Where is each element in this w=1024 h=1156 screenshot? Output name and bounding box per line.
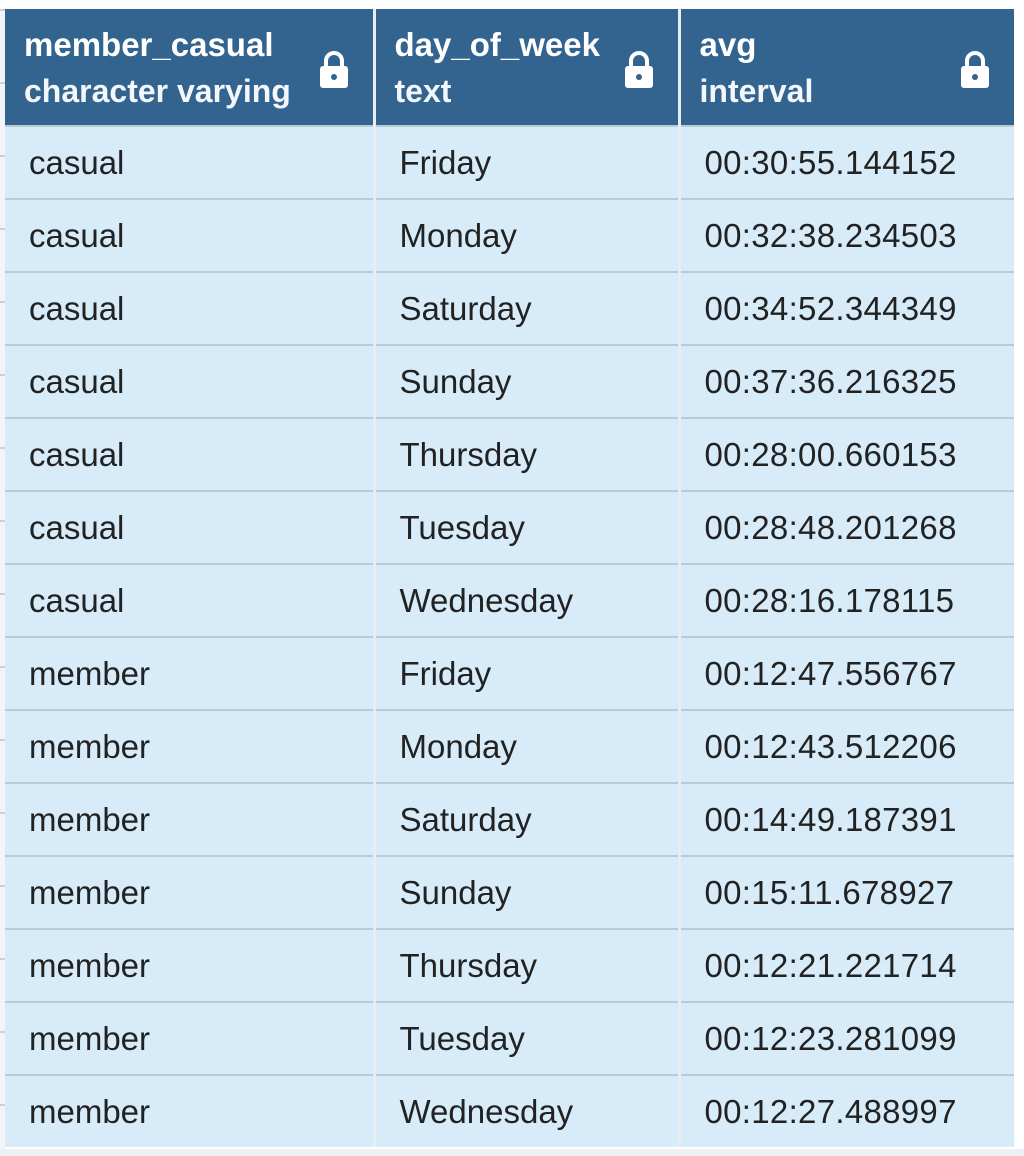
column-header-avg[interactable]: avg interval [679,9,1014,126]
table-row[interactable]: casual Wednesday 00:28:16.178115 [5,563,1014,637]
table-row[interactable]: casual Sunday 00:37:36.216325 [5,344,1014,418]
table-row[interactable]: member Tuesday 00:12:23.281099 [5,1001,1014,1075]
results-grid: member_casual character varying day_of_w… [5,9,1014,1147]
table-row[interactable]: casual Monday 00:32:38.234503 [5,198,1014,272]
cell-member-casual[interactable]: casual [5,417,376,491]
cell-avg[interactable]: 00:12:47.556767 [679,636,1014,710]
cell-member-casual[interactable]: casual [5,344,376,418]
lock-icon [319,51,348,88]
cell-day-of-week[interactable]: Wednesday [374,563,681,637]
cell-avg[interactable]: 00:28:00.660153 [679,417,1014,491]
table-row[interactable]: casual Tuesday 00:28:48.201268 [5,490,1014,564]
cell-member-casual[interactable]: member [5,855,376,929]
cell-day-of-week[interactable]: Tuesday [374,1001,681,1075]
column-type: interval [699,73,814,109]
cell-avg[interactable]: 00:37:36.216325 [679,344,1014,418]
cell-day-of-week[interactable]: Thursday [374,928,681,1002]
table-row[interactable]: member Thursday 00:12:21.221714 [5,928,1014,1002]
cell-member-casual[interactable]: member [5,1074,376,1147]
cell-day-of-week[interactable]: Sunday [374,855,681,929]
cell-day-of-week[interactable]: Saturday [374,782,681,856]
lock-icon [961,51,989,88]
cell-day-of-week[interactable]: Friday [374,125,681,199]
cell-day-of-week[interactable]: Tuesday [374,490,681,564]
column-header-day-of-week[interactable]: day_of_week text [374,9,681,126]
cell-avg[interactable]: 00:12:43.512206 [679,709,1014,783]
cell-day-of-week[interactable]: Monday [374,198,681,272]
table-row[interactable]: member Friday 00:12:47.556767 [5,636,1014,710]
header-row: member_casual character varying day_of_w… [5,9,1014,126]
table-row[interactable]: member Saturday 00:14:49.187391 [5,782,1014,856]
cell-avg[interactable]: 00:12:21.221714 [679,928,1014,1002]
column-name: avg [699,26,757,63]
table-row[interactable]: member Monday 00:12:43.512206 [5,709,1014,783]
cell-avg[interactable]: 00:15:11.678927 [679,855,1014,929]
table-row[interactable]: member Wednesday 00:12:27.488997 [5,1074,1014,1147]
table-row[interactable]: member Sunday 00:15:11.678927 [5,855,1014,929]
cell-day-of-week[interactable]: Friday [374,636,681,710]
cell-day-of-week[interactable]: Saturday [374,271,681,345]
cell-avg[interactable]: 00:30:55.144152 [679,125,1014,199]
cell-avg[interactable]: 00:14:49.187391 [679,782,1014,856]
cell-day-of-week[interactable]: Sunday [374,344,681,418]
cell-member-casual[interactable]: casual [5,271,376,345]
cell-avg[interactable]: 00:32:38.234503 [679,198,1014,272]
cell-member-casual[interactable]: casual [5,125,376,199]
data-output-table: member_casual character varying day_of_w… [5,9,1014,1147]
cell-avg[interactable]: 00:28:48.201268 [679,490,1014,564]
column-name: day_of_week [394,26,600,63]
cell-member-casual[interactable]: member [5,636,376,710]
column-type: character varying [24,73,291,109]
table-row[interactable]: casual Thursday 00:28:00.660153 [5,417,1014,491]
grid-bottom-edge [0,1149,1024,1156]
lock-icon [624,51,653,88]
table-row[interactable]: casual Saturday 00:34:52.344349 [5,271,1014,345]
cell-avg[interactable]: 00:12:23.281099 [679,1001,1014,1075]
cell-day-of-week[interactable]: Monday [374,709,681,783]
cell-avg[interactable]: 00:12:27.488997 [679,1074,1014,1147]
cell-avg[interactable]: 00:28:16.178115 [679,563,1014,637]
cell-day-of-week[interactable]: Thursday [374,417,681,491]
cell-avg[interactable]: 00:34:52.344349 [679,271,1014,345]
cell-member-casual[interactable]: casual [5,490,376,564]
cell-member-casual[interactable]: member [5,928,376,1002]
column-header-member-casual[interactable]: member_casual character varying [5,9,376,126]
cell-member-casual[interactable]: member [5,1001,376,1075]
table-row[interactable]: casual Friday 00:30:55.144152 [5,125,1014,199]
cell-member-casual[interactable]: casual [5,563,376,637]
cell-member-casual[interactable]: member [5,782,376,856]
cell-member-casual[interactable]: casual [5,198,376,272]
column-name: member_casual [24,26,274,63]
cell-member-casual[interactable]: member [5,709,376,783]
column-type: text [394,73,452,109]
cell-day-of-week[interactable]: Wednesday [374,1074,681,1147]
